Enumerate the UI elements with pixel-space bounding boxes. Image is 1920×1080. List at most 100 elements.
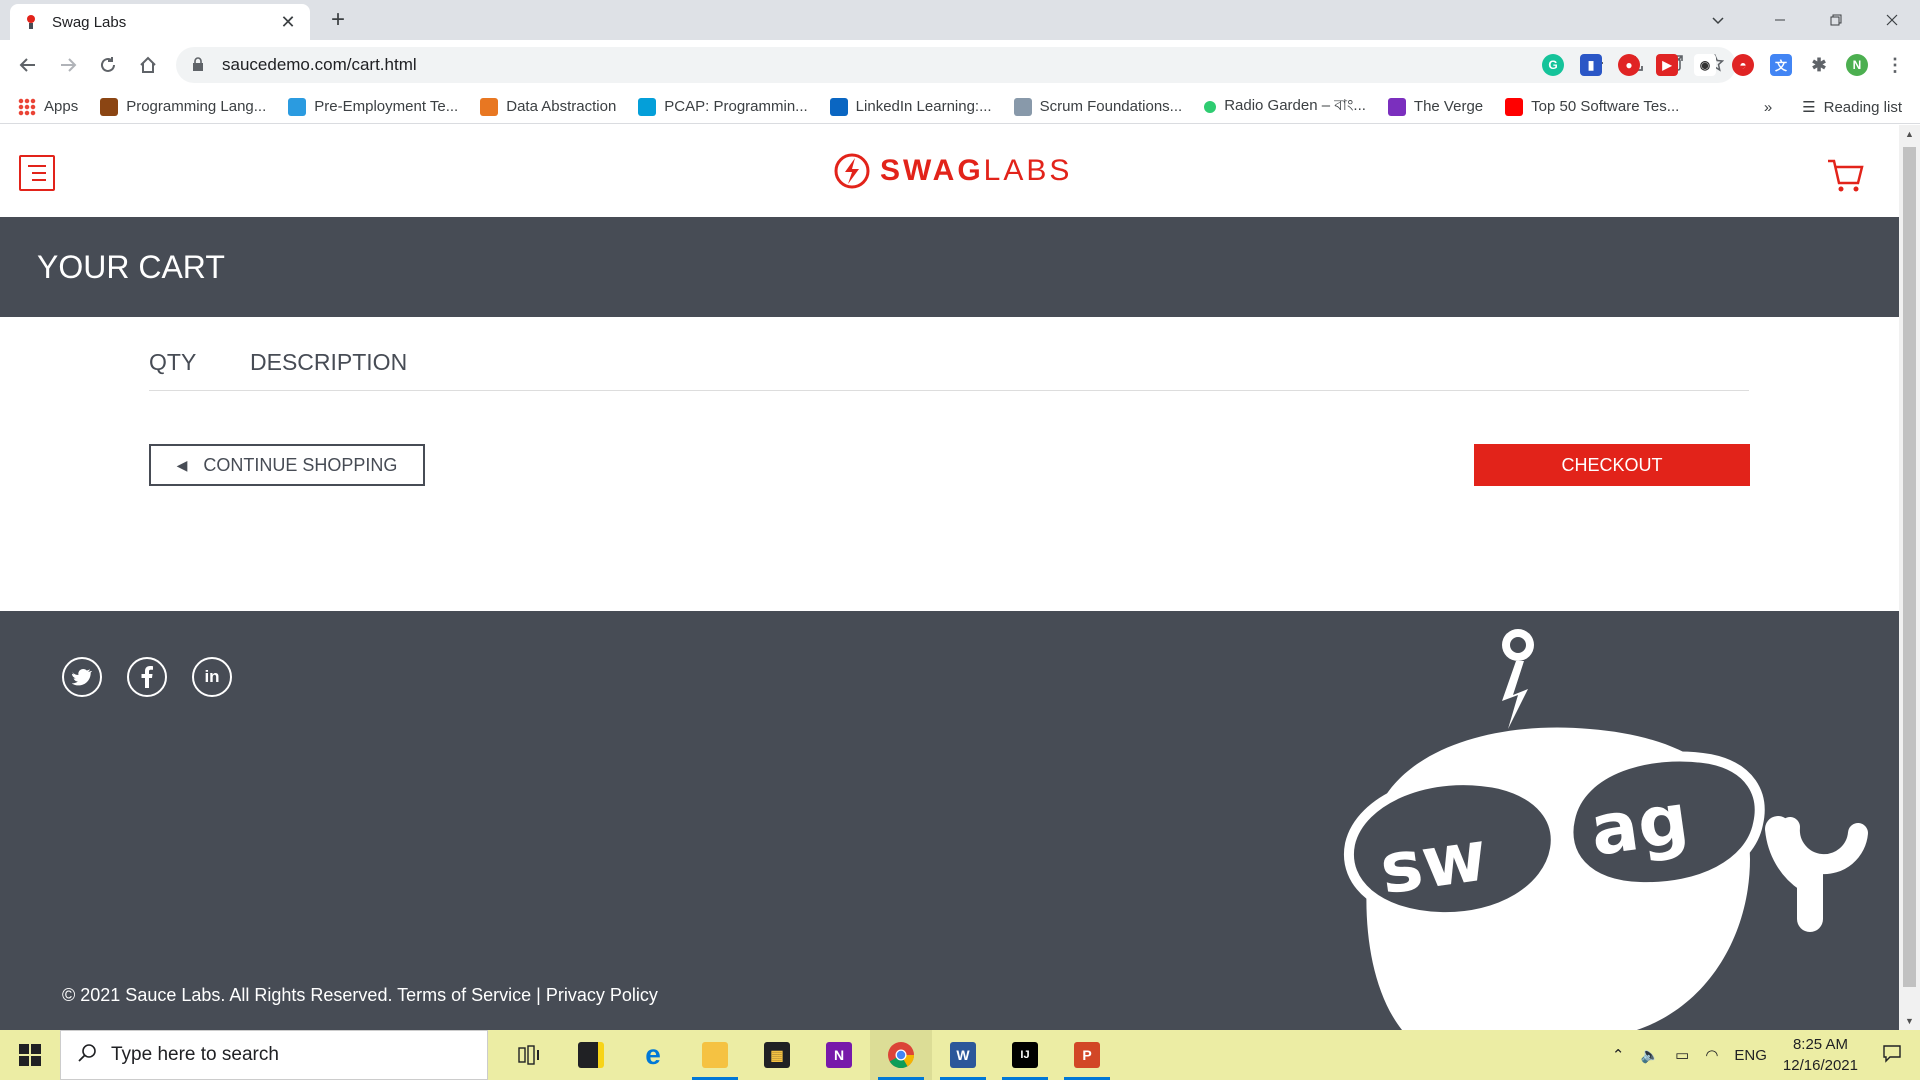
puzzle-extensions-icon[interactable]: ✱ [1808, 54, 1830, 76]
address-bar[interactable]: saucedemo.com/cart.html [176, 47, 1736, 83]
taskbar-search-box[interactable]: Type here to search [60, 1030, 488, 1080]
scroll-down-icon[interactable]: ▼ [1899, 1012, 1920, 1030]
volume-icon[interactable]: 🔈 [1640, 1046, 1659, 1064]
scroll-thumb[interactable] [1903, 147, 1916, 987]
video-extension-icon[interactable]: ▶ [1656, 54, 1678, 76]
tab-search-chevron-icon[interactable] [1706, 8, 1730, 32]
restore-button[interactable] [1808, 0, 1864, 40]
intellij-icon[interactable]: IJ [994, 1030, 1056, 1080]
show-hidden-icons-chevron-icon[interactable]: ⌃ [1612, 1046, 1625, 1064]
more-bookmarks-chevron-icon[interactable]: » [1764, 99, 1772, 116]
window-controls [1752, 0, 1920, 40]
continue-shopping-button[interactable]: ◀ CONTINUE SHOPPING [149, 444, 425, 486]
chrome-icon[interactable] [870, 1030, 932, 1080]
linkedin-icon[interactable]: in [192, 657, 232, 697]
reader-extension-icon[interactable]: ▮ [1580, 54, 1602, 76]
bookmark-pre-employment[interactable]: Pre-Employment Te... [288, 97, 458, 116]
bookmark-label: Scrum Foundations... [1039, 98, 1183, 115]
bookmark-label: Apps [44, 98, 79, 115]
bookmarks-bar: Apps Programming Lang... Pre-Employment … [0, 90, 1920, 124]
bookmark-linkedin-learning[interactable]: LinkedIn Learning:... [829, 97, 992, 116]
facebook-icon[interactable] [127, 657, 167, 697]
search-icon [77, 1043, 97, 1068]
bookmark-programming-languages[interactable]: Programming Lang... [100, 97, 267, 116]
page-title: YOUR CART [37, 249, 225, 285]
bookmark-pcap[interactable]: PCAP: Programmin... [638, 97, 808, 116]
bookmark-favicon-icon [480, 97, 499, 116]
clock-date: 12/16/2021 [1782, 1057, 1858, 1074]
shopping-cart-icon[interactable] [1826, 155, 1866, 195]
browser-toolbar: saucedemo.com/cart.html G ▮ ● ▶ ◉ ◓ 文 ✱ … [0, 40, 1920, 90]
checkout-button[interactable]: CHECKOUT [1474, 444, 1750, 486]
reading-list-button[interactable]: Reading list [1824, 99, 1902, 116]
wifi-icon[interactable]: ◠ [1705, 1046, 1718, 1064]
bookmark-label: Top 50 Software Tes... [1531, 98, 1680, 115]
bookmark-favicon-icon [288, 97, 307, 116]
hamburger-menu-button[interactable] [19, 155, 55, 191]
subheader: YOUR CART [0, 217, 1899, 317]
forward-arrow-icon[interactable] [48, 45, 88, 85]
bookmark-label: PCAP: Programmin... [664, 98, 808, 115]
robot-glasses-text-left: sw [1375, 814, 1492, 910]
edge-browser-icon[interactable]: e [622, 1030, 684, 1080]
social-links: in [62, 657, 232, 697]
translate-extension-icon[interactable]: 文 [1770, 54, 1792, 76]
eye-extension-icon[interactable]: ◉ [1694, 54, 1716, 76]
qty-column-label: QTY [149, 349, 197, 375]
sticky-notes-icon[interactable] [560, 1030, 622, 1080]
twitter-icon[interactable] [62, 657, 102, 697]
back-triangle-icon: ◀ [176, 456, 188, 473]
word-icon[interactable]: W [932, 1030, 994, 1080]
cisco-favicon-icon [638, 97, 657, 116]
language-indicator[interactable]: ENG [1734, 1047, 1767, 1064]
page-scrollbar[interactable]: ▲ ▼ [1899, 125, 1920, 1030]
bookmark-favicon-icon [1013, 97, 1032, 116]
description-column-label: DESCRIPTION [250, 349, 408, 375]
bookmark-label: Programming Lang... [126, 98, 267, 115]
youtube-favicon-icon [1505, 97, 1524, 116]
apps-grid-icon [18, 97, 36, 116]
tab-title: Swag Labs [52, 13, 127, 31]
bookmark-the-verge[interactable]: The Verge [1387, 97, 1483, 116]
battery-icon[interactable]: ▭ [1675, 1046, 1689, 1064]
bookmark-radio-garden[interactable]: Radio Garden – বাং... [1204, 94, 1366, 119]
browser-tab-strip: Swag Labs ✕ + [0, 0, 1920, 40]
home-icon[interactable] [128, 45, 168, 85]
cart-list-header: QTY DESCRIPTION [149, 341, 1749, 391]
bookmark-apps[interactable]: Apps [18, 97, 79, 116]
browser-tab[interactable]: Swag Labs ✕ [10, 4, 310, 40]
logo-text: SWAGLABS [880, 154, 1073, 187]
minimize-button[interactable] [1752, 0, 1808, 40]
windows-start-icon[interactable] [0, 1030, 60, 1080]
verge-favicon-icon [1387, 97, 1406, 116]
bookmark-favicon-icon [100, 97, 119, 116]
swag-labs-logo: SWAGLABS [834, 153, 1072, 189]
robot-glasses-text-right: ag [1585, 777, 1693, 872]
bookmark-scrum-foundations[interactable]: Scrum Foundations... [1013, 97, 1183, 116]
record-extension-icon[interactable]: ● [1618, 54, 1640, 76]
reload-icon[interactable] [88, 45, 128, 85]
clock-time: 8:25 AM [1792, 1036, 1848, 1053]
back-arrow-icon[interactable] [8, 45, 48, 85]
notifications-icon[interactable] [1882, 1043, 1902, 1067]
onenote-icon[interactable]: N [808, 1030, 870, 1080]
kebab-menu-icon[interactable]: ⋮ [1884, 54, 1906, 76]
grammarly-extension-icon[interactable]: G [1542, 54, 1564, 76]
new-tab-button[interactable]: + [324, 6, 352, 34]
clock[interactable]: 8:25 AM 12/16/2021 [1783, 1034, 1858, 1076]
scroll-up-icon[interactable]: ▲ [1899, 125, 1920, 143]
app-header: SWAGLABS [0, 125, 1899, 217]
page-viewport: SWAGLABS YOUR CART QTY DESCRIPTION ◀ CON… [0, 125, 1899, 1030]
bookmark-data-abstraction[interactable]: Data Abstraction [480, 97, 617, 116]
bookmark-label: Data Abstraction [506, 98, 617, 115]
store-icon[interactable]: ▦ [746, 1030, 808, 1080]
bookmark-label: Radio Garden – বাং... [1224, 97, 1366, 114]
task-view-icon[interactable] [498, 1030, 560, 1080]
powerpoint-icon[interactable]: P [1056, 1030, 1118, 1080]
file-explorer-icon[interactable] [684, 1030, 746, 1080]
bookmark-top-50-software[interactable]: Top 50 Software Tes... [1505, 97, 1680, 116]
close-tab-icon[interactable]: ✕ [278, 12, 298, 33]
pokeball-extension-icon[interactable]: ◓ [1732, 54, 1754, 76]
profile-avatar[interactable]: N [1846, 54, 1868, 76]
close-window-button[interactable] [1864, 0, 1920, 40]
